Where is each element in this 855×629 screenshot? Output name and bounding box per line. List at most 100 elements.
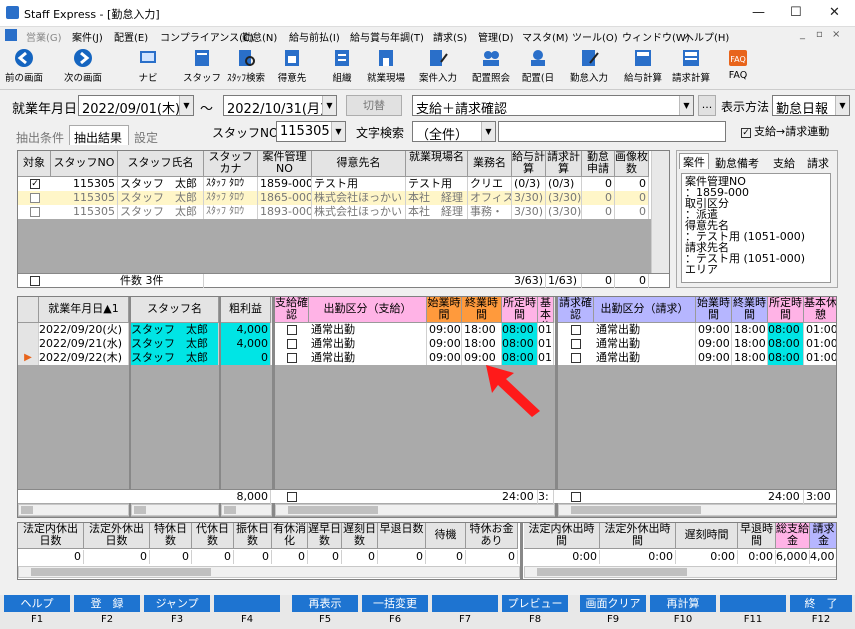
f1-help-button[interactable]: ヘルプ: [4, 595, 70, 612]
col-base-rest[interactable]: 基本休: [538, 297, 554, 323]
menu-anken[interactable]: 案件(J): [72, 29, 103, 44]
menu-tool[interactable]: ツール(O): [572, 29, 618, 44]
f10-recalc-button[interactable]: 再計算: [650, 595, 716, 612]
toolbar-org-button[interactable]: 組織: [322, 46, 362, 88]
col-std-time-bill[interactable]: 所定時間: [768, 297, 804, 323]
f6-bulk-change-button[interactable]: 一括変更: [362, 595, 428, 612]
chevron-down-icon[interactable]: ▼: [481, 122, 495, 141]
row-checkbox[interactable]: [30, 193, 40, 203]
table-row[interactable]: 115305 スタッフ 太郎 ｽﾀｯﾌ ﾀﾛｳ 1865-000 株式会社ほっか…: [18, 191, 649, 205]
h-scrollbar[interactable]: [18, 504, 129, 516]
toolbar-staff-search-button[interactable]: ｽﾀｯﾌ検索: [224, 46, 268, 88]
text-search-select[interactable]: （全件） ▼: [412, 121, 496, 143]
col-case-no[interactable]: 案件管理NO: [258, 151, 312, 177]
col-end-time-bill[interactable]: 終業時間: [732, 297, 768, 323]
side-tab-pay[interactable]: 支給: [773, 155, 795, 171]
maximize-button[interactable]: ☐: [790, 5, 802, 20]
col-attend-type-pay[interactable]: 出勤区分（支給）: [309, 297, 427, 323]
table-row[interactable]: 115305 スタッフ 太郎 ｽﾀｯﾌ ﾀﾛｳ 1893-000 株式会社ほっか…: [18, 205, 649, 219]
toolbar-placement-day-button[interactable]: 配置(日: [518, 46, 558, 88]
menu-compliance[interactable]: コンプライアンス(C): [160, 29, 254, 44]
col-staff-kana[interactable]: スタッフカナ: [204, 151, 258, 177]
date-to-field[interactable]: 2022/10/31(月) ▼: [223, 95, 337, 117]
tab-extract-conditions[interactable]: 抽出条件: [16, 129, 64, 146]
menu-help[interactable]: ヘルプ(H): [684, 29, 729, 44]
f4-button[interactable]: [214, 595, 280, 612]
col-base-rest-bill[interactable]: 基本休憩: [804, 297, 836, 323]
select-all-checkbox[interactable]: [30, 276, 40, 286]
link-checkbox[interactable]: ✓ 支給→請求連動: [741, 123, 829, 139]
col-work-date[interactable]: 就業年月日▲1: [39, 297, 129, 323]
bill-confirm-checkbox[interactable]: [571, 353, 581, 363]
toolbar-placement-button[interactable]: 配置照会: [468, 46, 514, 88]
bill-confirm-checkbox[interactable]: [571, 339, 581, 349]
col-attend-req[interactable]: 勤怠申請: [582, 151, 615, 177]
h-scrollbar[interactable]: [18, 566, 520, 578]
col-start-time[interactable]: 始業時間: [427, 297, 462, 323]
menu-seikyu[interactable]: 請求(S): [433, 29, 467, 44]
col-start-time-bill[interactable]: 始業時間: [696, 297, 732, 323]
check-icon[interactable]: ✓: [30, 179, 40, 189]
toolbar-navi-button[interactable]: ナビ: [128, 46, 168, 88]
f8-preview-button[interactable]: プレビュー: [502, 595, 568, 612]
toolbar-attendance-button[interactable]: 勤怠入力: [566, 46, 612, 88]
col-pay-calc[interactable]: 給与計算: [512, 151, 546, 177]
mdi-min-icon[interactable]: _: [800, 29, 805, 40]
col-staff-name-lower[interactable]: スタッフ名: [131, 297, 219, 323]
pay-confirm-checkbox[interactable]: [287, 339, 297, 349]
menu-kintai[interactable]: 勤怠(N): [242, 29, 277, 44]
col-staffno[interactable]: スタッフNO: [51, 151, 118, 177]
chevron-down-icon[interactable]: ▼: [322, 96, 336, 115]
menu-kyuyo[interactable]: 給与賞与年調(T): [350, 29, 424, 44]
col-site[interactable]: 就業現場名: [406, 151, 468, 177]
table-row[interactable]: ✓ 115305 スタッフ 太郎 ｽﾀｯﾌ ﾀﾛｳ 1859-000 テスト用 …: [18, 177, 649, 191]
toolbar-next-button[interactable]: 次の画面: [60, 46, 106, 88]
switch-button[interactable]: 切替: [346, 95, 402, 116]
staffno-select[interactable]: 115305 ▼: [276, 121, 346, 142]
f9-clear-button[interactable]: 画面クリア: [580, 595, 646, 612]
col-pay-confirm[interactable]: 支給確認: [275, 297, 309, 323]
f5-refresh-button[interactable]: 再表示: [292, 595, 358, 612]
h-scrollbar[interactable]: [524, 566, 836, 578]
menu-eigyo[interactable]: 営業(G): [26, 29, 62, 44]
col-client[interactable]: 得意先名: [312, 151, 406, 177]
more-button[interactable]: ...: [698, 95, 716, 116]
menu-window[interactable]: ウィンドウ(W): [622, 29, 690, 44]
close-button[interactable]: ✕: [829, 5, 840, 20]
f12-exit-button[interactable]: 終 了: [790, 595, 852, 612]
mode-select[interactable]: 支給＋請求確認 ▼: [412, 95, 694, 117]
toolbar-faq-button[interactable]: FAQ FAQ: [722, 46, 754, 88]
upper-scrollbar[interactable]: [651, 151, 669, 273]
minimize-button[interactable]: —: [752, 5, 765, 20]
h-scrollbar[interactable]: [131, 504, 219, 516]
toolbar-site-button[interactable]: 就業現場: [364, 46, 408, 88]
col-target[interactable]: 対象: [18, 151, 51, 177]
col-job[interactable]: 業務名: [468, 151, 512, 177]
toolbar-prev-button[interactable]: 前の画面: [2, 46, 46, 88]
h-scrollbar[interactable]: [558, 504, 836, 516]
f7-button[interactable]: [432, 595, 498, 612]
menu-kanri[interactable]: 管理(D): [478, 29, 514, 44]
chevron-down-icon[interactable]: ▼: [679, 96, 693, 115]
tab-extract-results[interactable]: 抽出結果: [69, 125, 129, 145]
chevron-down-icon[interactable]: ▼: [331, 122, 345, 141]
bill-confirm-all-checkbox[interactable]: [571, 492, 581, 502]
pay-confirm-checkbox[interactable]: [287, 325, 297, 335]
mdi-restore-icon[interactable]: ▫: [816, 29, 823, 40]
col-staff-name[interactable]: スタッフ氏名: [118, 151, 204, 177]
table-row[interactable]: 2022/09/21(水) スタッフ 太郎 4,000 通常出勤 09:00 1…: [18, 337, 836, 351]
pay-confirm-checkbox[interactable]: [287, 353, 297, 363]
date-from-field[interactable]: 2022/09/01(木) ▼: [78, 95, 194, 117]
col-bill-confirm[interactable]: 請求確認: [558, 297, 594, 323]
h-scrollbar[interactable]: [221, 504, 272, 516]
side-tab-case[interactable]: 案件: [679, 153, 709, 169]
pay-confirm-all-checkbox[interactable]: [287, 492, 297, 502]
col-std-time[interactable]: 所定時間: [502, 297, 538, 323]
chevron-down-icon[interactable]: ▼: [835, 96, 849, 115]
toolbar-staff-button[interactable]: スタッフ: [182, 46, 222, 88]
side-tab-bill[interactable]: 請求: [807, 155, 829, 171]
f2-register-button[interactable]: 登 録: [74, 595, 140, 612]
menu-haichi[interactable]: 配置(E): [114, 29, 148, 44]
chevron-down-icon[interactable]: ▼: [179, 96, 193, 115]
side-tab-attend-note[interactable]: 勤怠備考: [715, 155, 759, 171]
